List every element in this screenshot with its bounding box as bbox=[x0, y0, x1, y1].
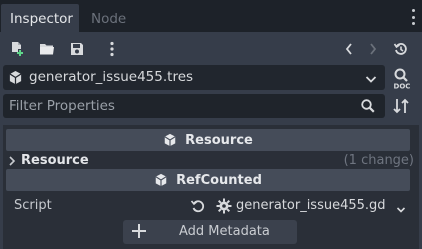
property-list: Resource Resource (1 change) RefCounted … bbox=[3, 125, 419, 249]
tab-inspector[interactable]: Inspector bbox=[1, 4, 79, 33]
change-count: (1 change) bbox=[343, 152, 414, 168]
chevron-down-icon[interactable] bbox=[396, 203, 406, 218]
new-resource-icon[interactable] bbox=[8, 40, 26, 58]
resource-cube-icon bbox=[163, 133, 177, 147]
filter-box bbox=[3, 94, 385, 118]
tab-inspector-label: Inspector bbox=[10, 10, 73, 27]
open-folder-icon[interactable] bbox=[38, 40, 56, 58]
forward-icon[interactable] bbox=[364, 40, 382, 58]
search-icon bbox=[360, 98, 376, 118]
more-icon[interactable] bbox=[103, 40, 121, 58]
revert-icon[interactable] bbox=[190, 198, 206, 218]
save-icon[interactable] bbox=[68, 40, 86, 58]
inspector-panel: generator_issue455.tres DOC Filter Prope… bbox=[0, 33, 422, 249]
tab-node[interactable]: Node bbox=[82, 4, 135, 33]
plus-icon bbox=[131, 223, 147, 243]
section-header-refcounted: RefCounted bbox=[6, 169, 410, 191]
docs-button[interactable]: DOC bbox=[389, 67, 415, 91]
doc-label: DOC bbox=[394, 83, 411, 91]
section-header-resource: Resource bbox=[6, 129, 410, 151]
group-resource[interactable]: Resource (1 change) bbox=[3, 150, 419, 170]
history-icon[interactable] bbox=[392, 40, 410, 58]
resource-cube-icon bbox=[8, 70, 23, 89]
resource-selector[interactable]: generator_issue455.tres bbox=[3, 65, 385, 90]
tab-menu-icon[interactable] bbox=[408, 7, 418, 27]
section-header-refcounted-label: RefCounted bbox=[176, 172, 262, 188]
script-value-field[interactable]: generator_issue455.gd bbox=[190, 195, 411, 219]
resource-name: generator_issue455.tres bbox=[29, 69, 194, 85]
gear-icon bbox=[216, 198, 232, 218]
sort-properties-icon[interactable] bbox=[392, 97, 412, 117]
chevron-right-icon bbox=[9, 155, 16, 170]
add-metadata-label: Add Metadata bbox=[179, 224, 270, 239]
add-metadata-button[interactable]: Add Metadata bbox=[123, 220, 297, 244]
filter-properties-input[interactable] bbox=[3, 94, 353, 118]
script-label: Script bbox=[14, 198, 52, 213]
group-resource-label: Resource bbox=[21, 152, 89, 168]
chevron-down-icon[interactable] bbox=[365, 73, 377, 88]
back-icon[interactable] bbox=[340, 40, 358, 58]
tab-node-label: Node bbox=[91, 10, 127, 27]
refcounted-cube-icon bbox=[154, 173, 168, 187]
section-header-resource-label: Resource bbox=[185, 132, 253, 148]
script-file-name: generator_issue455.gd bbox=[236, 198, 386, 213]
tab-bar: Inspector Node bbox=[0, 0, 422, 33]
script-property-row: Script generator_issue455.gd bbox=[3, 195, 419, 219]
